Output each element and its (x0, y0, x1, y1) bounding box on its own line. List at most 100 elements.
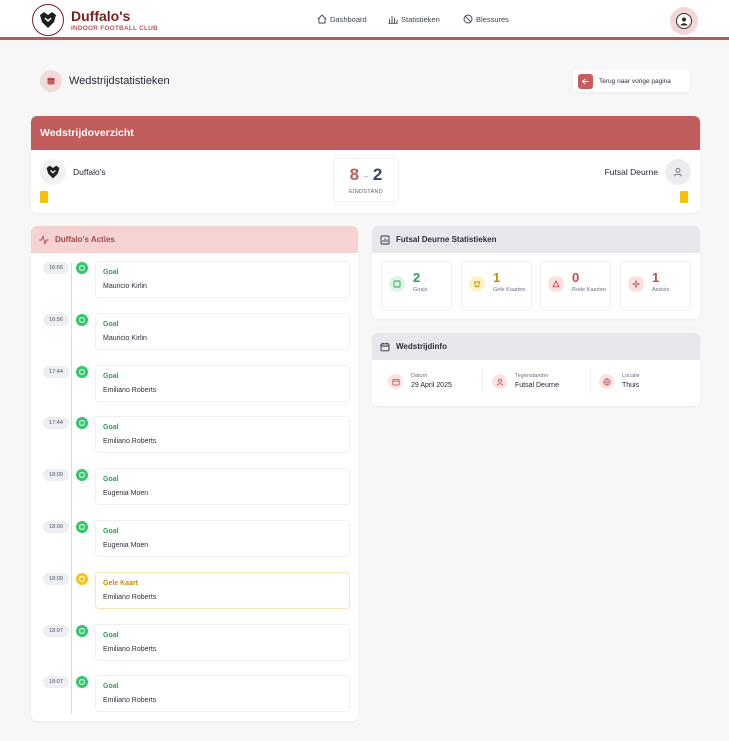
goal-icon (76, 521, 88, 533)
calendar-outline-icon (380, 342, 390, 351)
stat-box: 2 Goals (381, 261, 452, 311)
goal-icon (76, 314, 88, 326)
club-logo[interactable] (32, 4, 64, 36)
event-type: Goal (103, 683, 119, 690)
info-location-label: Locatie (622, 373, 640, 379)
home-team-logo (40, 159, 66, 185)
user-icon (492, 374, 507, 389)
away-score: 2 (372, 165, 383, 184)
event-card[interactable]: Goal Emiliano Roberts (95, 624, 350, 661)
event-time: 18:00 (43, 573, 69, 585)
red-card-icon (548, 276, 564, 292)
event-type: Goal (103, 424, 119, 431)
event-card[interactable]: Goal Mauricio Kirlin (95, 313, 350, 350)
calendar-icon (40, 70, 62, 92)
bar-chart-icon (388, 16, 398, 24)
info-date-label: Datum (411, 373, 428, 379)
stat-box: 1 Gele Kaarten (461, 261, 532, 311)
event-time: 18:00 (43, 521, 69, 533)
stat-value: 1 (652, 270, 660, 285)
event-card[interactable]: Goal Mauricio Kirlin (95, 261, 350, 298)
event-card[interactable]: Goal Emiliano Roberts (95, 675, 350, 712)
event-card[interactable]: Goal Eugenia Moen (95, 468, 350, 505)
stat-value: 0 (572, 270, 580, 285)
stat-box: 1 Assists (620, 261, 691, 311)
stat-label: Goals (413, 287, 428, 293)
goal-icon (76, 417, 88, 429)
nav-link-label: Dashboard (330, 14, 367, 24)
info-date-value: 29 April 2025 (411, 382, 452, 389)
user-avatar[interactable] (670, 7, 698, 35)
event-player: Emiliano Roberts (103, 387, 157, 394)
event-time: 17:44 (43, 366, 69, 378)
event-card[interactable]: Goal Eugenia Moen (95, 520, 350, 557)
event-card[interactable]: Goal Emiliano Roberts (95, 416, 350, 453)
info-divider (482, 369, 483, 393)
stats-heading-label: Futsal Deurne Statistieken (396, 235, 497, 244)
home-score: 8 (349, 165, 360, 184)
yellow-card-icon (469, 276, 485, 292)
event-card[interactable]: Goal Emiliano Roberts (95, 365, 350, 402)
brand-subtitle: INDOOR FOOTBALL CLUB (71, 25, 158, 32)
opponent-stats-panel: Futsal Deurne Statistieken 2 Goals 1 Gele K… (372, 226, 700, 319)
away-team-user-icon (665, 159, 691, 185)
back-button[interactable]: Terug naar vorige pagina (573, 70, 690, 92)
event-time: 18:00 (43, 469, 69, 481)
actions-heading: Duffalo's Acties (31, 226, 358, 253)
calendar-icon (388, 374, 403, 389)
score-box: 8 - 2 EINDSTAND (333, 158, 399, 202)
away-yellow-card-icon (680, 191, 688, 203)
yellow-card-icon (76, 573, 88, 585)
info-opponent-value: Futsal Deurne (515, 382, 559, 389)
event-time: 17:44 (43, 417, 69, 429)
activity-icon (39, 234, 49, 245)
goal-icon (76, 262, 88, 274)
stat-value: 2 (413, 270, 421, 285)
event-time: 18:07 (43, 625, 69, 637)
event-type: Goal (103, 528, 119, 535)
event-type: Goal (103, 269, 119, 276)
nav-link-label: Blessures (476, 14, 509, 24)
event-player: Mauricio Kirlin (103, 283, 147, 290)
goal-icon (76, 625, 88, 637)
ban-icon (463, 14, 473, 24)
goal-icon (76, 366, 88, 378)
event-type: Goal (103, 321, 119, 328)
overview-heading: Wedstrijdoverzicht (31, 116, 700, 150)
event-time: 16:56 (43, 262, 69, 274)
event-time: 18:07 (43, 676, 69, 688)
home-actions-panel: Duffalo's Acties 16:56 Goal Mauricio Kirli… (31, 226, 358, 721)
event-type: Gele Kaart (103, 580, 139, 587)
home-yellow-card-icon (40, 191, 48, 203)
timeline-line (71, 262, 72, 714)
nav-link-statistieken[interactable]: Statistieken (388, 14, 440, 24)
event-card[interactable]: Gele Kaart Emiliano Roberts (95, 572, 350, 609)
arrow-left-icon (578, 73, 593, 89)
match-overview-card: Wedstrijdoverzicht Duffalo's 8 - 2 EINDS… (31, 116, 700, 213)
top-navbar: Duffalo's INDOOR FOOTBALL CLUB Dashboard… (0, 0, 729, 40)
event-player: Eugenia Moen (103, 542, 149, 549)
stat-value: 1 (493, 270, 501, 285)
goal-icon (76, 469, 88, 481)
info-divider (590, 369, 591, 393)
stats-chart-icon (380, 235, 390, 244)
info-opponent-label: Tegenstander (515, 373, 549, 379)
stats-heading: Futsal Deurne Statistieken (372, 226, 700, 253)
score-separator: - (363, 168, 369, 183)
stat-box: 0 Rode Kaarten (540, 261, 611, 311)
user-icon (676, 13, 692, 29)
away-team-name: Futsal Deurne (604, 167, 658, 177)
goal-icon (389, 276, 405, 292)
event-player: Emiliano Roberts (103, 646, 157, 653)
stat-label: Assists (652, 287, 670, 293)
nav-link-dashboard[interactable]: Dashboard (317, 14, 367, 24)
info-location-value: Thuis (622, 382, 640, 389)
home-team-name: Duffalo's (73, 167, 106, 177)
match-info-heading: Wedstrijdinfo (372, 333, 700, 360)
actions-heading-label: Duffalo's Acties (55, 235, 115, 244)
nav-link-blessures[interactable]: Blessures (463, 14, 509, 24)
final-score: 8 - 2 (334, 165, 398, 185)
event-player: Mauricio Kirlin (103, 335, 147, 342)
globe-icon (599, 374, 614, 389)
event-player: Emiliano Roberts (103, 697, 157, 704)
